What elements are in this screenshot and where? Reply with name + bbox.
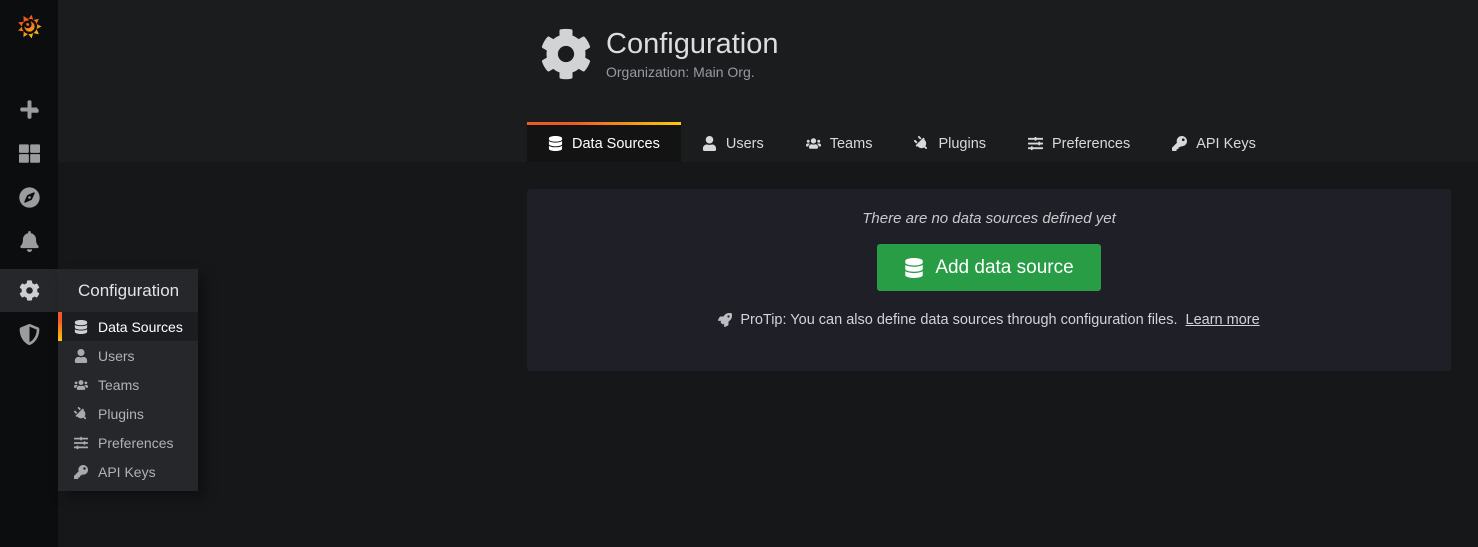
sidebar-item-alerting[interactable] xyxy=(0,219,58,263)
empty-list-message: There are no data sources defined yet xyxy=(527,210,1451,227)
tab-data-sources[interactable]: Data Sources xyxy=(527,122,681,162)
flyout-item-users[interactable]: Users xyxy=(58,341,198,370)
sidebar-item-server-admin[interactable] xyxy=(0,312,58,356)
alerting-bell-icon xyxy=(19,231,40,252)
flyout-title[interactable]: Configuration xyxy=(58,269,198,312)
page-title: Configuration xyxy=(606,28,779,61)
add-data-source-label: Add data source xyxy=(935,257,1073,279)
rocket-icon xyxy=(718,313,732,327)
flyout-item-teams[interactable]: Teams xyxy=(58,370,198,399)
protip-row: ProTip: You can also define data sources… xyxy=(527,312,1451,328)
grafana-logo-icon xyxy=(11,8,48,45)
page-subtitle: Organization: Main Org. xyxy=(606,64,779,80)
plug-icon xyxy=(911,133,932,154)
sidebar-item-dashboards[interactable] xyxy=(0,131,58,175)
sliders-icon xyxy=(1028,136,1043,151)
sidebar-item-create[interactable] xyxy=(0,87,58,131)
flyout-item-preferences[interactable]: Preferences xyxy=(58,428,198,457)
flyout-item-api-keys[interactable]: API Keys xyxy=(58,457,198,486)
plug-icon xyxy=(71,404,91,424)
key-icon xyxy=(74,465,88,479)
page-header-band: Configuration Organization: Main Org. Da… xyxy=(58,0,1478,162)
page-header: Configuration Organization: Main Org. xyxy=(540,28,779,80)
grafana-configuration-page: Configuration Organization: Main Org. Da… xyxy=(0,0,1478,547)
flyout-item-plugins[interactable]: Plugins xyxy=(58,399,198,428)
tab-preferences[interactable]: Preferences xyxy=(1007,122,1151,162)
tab-label: Teams xyxy=(830,136,873,152)
database-icon xyxy=(74,320,88,334)
gear-icon xyxy=(540,28,592,80)
page-header-text: Configuration Organization: Main Org. xyxy=(606,28,779,80)
flyout-item-label: Preferences xyxy=(98,435,173,451)
sidebar xyxy=(0,0,58,547)
data-sources-panel: There are no data sources defined yet Ad… xyxy=(527,189,1451,371)
tab-label: Users xyxy=(726,136,764,152)
database-icon xyxy=(548,136,563,151)
database-icon xyxy=(904,258,924,278)
tab-label: Data Sources xyxy=(572,136,660,152)
tab-users[interactable]: Users xyxy=(681,122,785,162)
sliders-icon xyxy=(74,436,88,450)
flyout-item-label: Plugins xyxy=(98,406,144,422)
flyout-item-label: Teams xyxy=(98,377,139,393)
sidebar-item-configuration[interactable] xyxy=(0,269,58,312)
user-icon xyxy=(702,136,717,151)
tab-label: Plugins xyxy=(938,136,986,152)
explore-compass-icon xyxy=(19,187,40,208)
configuration-gear-icon xyxy=(19,280,40,301)
tab-bar: Data Sources Users Teams Plugins Prefere… xyxy=(527,122,1277,162)
flyout-item-data-sources[interactable]: Data Sources xyxy=(58,312,198,341)
learn-more-link[interactable]: Learn more xyxy=(1186,312,1260,328)
tab-api-keys[interactable]: API Keys xyxy=(1151,122,1277,162)
key-icon xyxy=(1172,136,1187,151)
grafana-logo[interactable] xyxy=(0,0,58,52)
flyout-item-label: API Keys xyxy=(98,464,156,480)
users-icon xyxy=(74,378,88,392)
tab-teams[interactable]: Teams xyxy=(785,122,894,162)
flyout-item-label: Data Sources xyxy=(98,319,183,335)
protip-text: ProTip: You can also define data sources… xyxy=(740,312,1177,328)
tab-label: API Keys xyxy=(1196,136,1256,152)
main-content: There are no data sources defined yet Ad… xyxy=(58,162,1478,547)
user-icon xyxy=(74,349,88,363)
sidebar-nav xyxy=(0,87,58,356)
server-admin-shield-icon xyxy=(19,324,40,345)
configuration-flyout-menu: Configuration Data Sources Users Teams P… xyxy=(58,269,198,491)
plus-icon xyxy=(19,99,40,120)
flyout-item-label: Users xyxy=(98,348,135,364)
sidebar-item-explore[interactable] xyxy=(0,175,58,219)
users-icon xyxy=(806,136,821,151)
dashboards-grid-icon xyxy=(19,143,40,164)
tab-label: Preferences xyxy=(1052,136,1130,152)
tab-plugins[interactable]: Plugins xyxy=(893,122,1007,162)
add-data-source-button[interactable]: Add data source xyxy=(877,244,1100,291)
